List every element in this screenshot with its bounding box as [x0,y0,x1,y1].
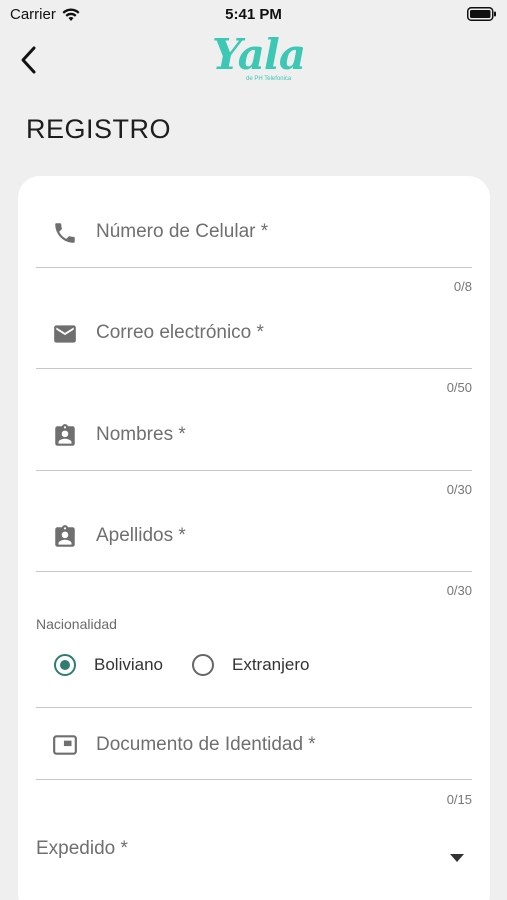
caret-down-icon [450,854,464,862]
expedido-select[interactable]: Expedido * [36,826,472,886]
phone-input[interactable]: Número de Celular * [36,176,472,268]
logo: Yala de PH Telefonica [206,30,306,90]
phone-field[interactable]: Número de Celular * 0/8 [36,176,472,294]
page-title: REGISTRO [26,114,172,144]
first-name-label: Nombres * [96,424,186,445]
document-label: Documento de Identidad * [96,734,316,755]
radio-selected-icon [54,654,76,676]
radio-boliviano[interactable]: Boliviano [54,654,163,676]
id-badge-icon [55,525,75,547]
radio-extranjero[interactable]: Extranjero [192,654,309,676]
email-field[interactable]: Correo electrónico * 0/50 [36,277,472,395]
radio-boliviano-label: Boliviano [94,655,163,674]
logo-subtext: de PH Telefonica [246,76,292,82]
logo-text: Yala [212,30,306,79]
last-name-counter: 0/30 [446,583,472,598]
document-field[interactable]: Documento de Identidad * 0/15 [36,690,472,807]
first-name-field[interactable]: Nombres * 0/30 [36,379,472,497]
nationality-label: Nacionalidad [36,616,117,632]
expedido-label: Expedido * [36,838,128,859]
last-name-field[interactable]: Apellidos * 0/30 [36,480,472,598]
phone-icon [55,223,75,243]
document-input[interactable]: Documento de Identidad * [36,690,472,780]
battery-icon [467,7,496,21]
radio-extranjero-label: Extranjero [232,655,310,674]
phone-label: Número de Celular * [96,221,269,242]
email-label: Correo electrónico * [96,322,264,343]
back-button[interactable] [14,42,44,78]
email-input[interactable]: Correo electrónico * [36,277,472,369]
document-counter: 0/15 [446,792,472,807]
id-card-icon [53,735,77,755]
radio-unselected-icon [192,654,214,676]
last-name-input[interactable]: Apellidos * [36,480,472,572]
status-time: 5:41 PM [225,6,282,23]
nav-bar: Yala de PH Telefonica [0,30,507,90]
first-name-input[interactable]: Nombres * [36,379,472,471]
registration-form: Número de Celular * 0/8 Correo electróni… [18,176,490,900]
mail-icon [54,325,76,343]
status-bar: Carrier 5:41 PM [0,0,507,28]
last-name-label: Apellidos * [96,525,186,546]
id-badge-icon [55,424,75,446]
